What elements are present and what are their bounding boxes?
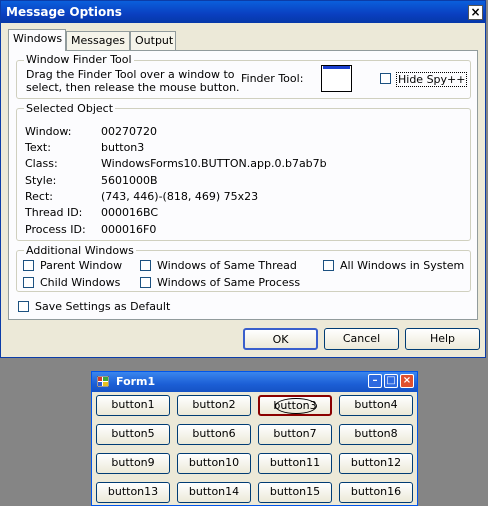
style-label: Style: [25,174,57,187]
dialog-title: Message Options [6,5,122,19]
ok-button[interactable]: OK [243,328,318,350]
form-button-11[interactable]: button11 [258,453,332,474]
class-value: WindowsForms10.BUTTON.app.0.b7ab7b [101,157,327,170]
additional-windows-label: Additional Windows [24,244,136,257]
finder-tool-label: Finder Tool: [241,72,304,85]
same-process-label[interactable]: Windows of Same Process [157,276,300,289]
form1-title: Form1 [116,375,156,388]
thread-id-label: Thread ID: [25,206,83,219]
form-button-3-highlighted[interactable]: button3 [258,395,332,416]
form1-client-area: button1 button2 button3 button4 button5 … [92,392,417,505]
minimize-icon[interactable]: – [368,374,382,388]
form-button-5[interactable]: button5 [96,424,170,445]
form-close-icon[interactable]: × [400,374,414,388]
form-button-4[interactable]: button4 [339,395,413,416]
maximize-icon[interactable]: □ [384,374,398,388]
finder-group-label: Window Finder Tool [24,53,134,66]
rect-value: (743, 446)-(818, 469) 75x23 [101,190,259,203]
form-button-2[interactable]: button2 [177,395,251,416]
form-app-icon [97,376,109,387]
form1-window: Form1 – □ × button1 button2 button3 butt… [91,371,418,506]
process-id-value: 000016F0 [101,223,157,236]
save-default-checkbox[interactable] [18,301,29,312]
save-default-label[interactable]: Save Settings as Default [35,300,170,313]
process-id-label: Process ID: [25,223,86,236]
child-windows-checkbox[interactable] [23,277,34,288]
tab-output[interactable]: Output [130,31,176,50]
selected-object-group [16,108,471,241]
rect-label: Rect: [25,190,53,203]
dialog-title-bar[interactable]: Message Options × [1,1,485,23]
form-button-13[interactable]: button13 [96,482,170,503]
child-windows-label[interactable]: Child Windows [40,276,120,289]
finder-instructions-line1: Drag the Finder Tool over a window to [26,68,235,81]
form-button-7[interactable]: button7 [258,424,332,445]
form-button-10[interactable]: button10 [177,453,251,474]
text-value: button3 [101,141,145,154]
form-button-15[interactable]: button15 [258,482,332,503]
hide-spy-label[interactable]: Hide Spy++ [396,72,468,87]
form-button-14[interactable]: button14 [177,482,251,503]
form-button-9[interactable]: button9 [96,453,170,474]
selected-object-label: Selected Object [24,102,116,115]
close-icon[interactable]: × [468,5,483,20]
form1-title-bar[interactable]: Form1 – □ × [92,372,417,392]
window-label: Window: [25,125,72,138]
parent-window-label[interactable]: Parent Window [40,259,122,272]
style-value: 5601000B [101,174,158,187]
same-thread-checkbox[interactable] [140,260,151,271]
all-windows-label[interactable]: All Windows in System [340,259,464,272]
cancel-button[interactable]: Cancel [324,328,399,350]
all-windows-checkbox[interactable] [323,260,334,271]
form-button-8[interactable]: button8 [339,424,413,445]
window-value: 00270720 [101,125,157,138]
parent-window-checkbox[interactable] [23,260,34,271]
tab-windows[interactable]: Windows [8,29,66,51]
form-button-12[interactable]: button12 [339,453,413,474]
focus-ellipse [275,398,317,414]
form-button-6[interactable]: button6 [177,424,251,445]
help-button[interactable]: Help [405,328,480,350]
form-button-16[interactable]: button16 [339,482,413,503]
same-thread-label[interactable]: Windows of Same Thread [157,259,297,272]
tab-messages[interactable]: Messages [66,31,130,50]
thread-id-value: 000016BC [101,206,159,219]
text-label: Text: [25,141,51,154]
finder-tool-titlebar [323,66,350,69]
class-label: Class: [25,157,58,170]
same-process-checkbox[interactable] [140,277,151,288]
hide-spy-checkbox[interactable] [380,73,391,84]
finder-tool-icon[interactable] [321,65,352,92]
form-button-1[interactable]: button1 [96,395,170,416]
finder-instructions-line2: select, then release the mouse button. [26,81,240,94]
